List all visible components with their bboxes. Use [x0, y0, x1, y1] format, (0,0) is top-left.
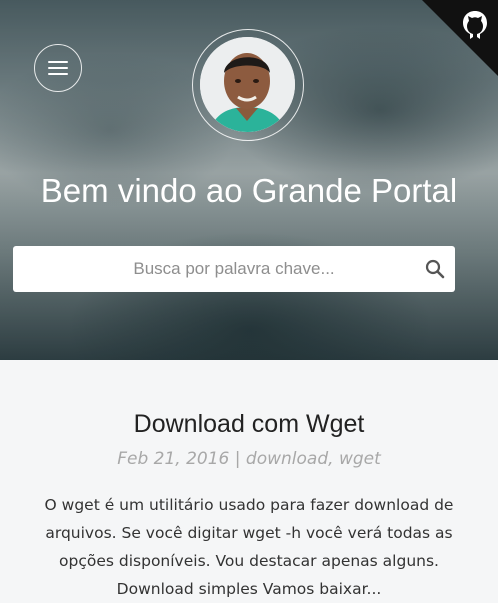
page-title: Bem vindo ao Grande Portal [40, 172, 458, 209]
post-title-link[interactable]: Download com Wget [0, 410, 498, 439]
post-meta: Feb 21, 2016 | download, wget [0, 449, 498, 469]
search-input[interactable] [13, 246, 455, 292]
post-date: Feb 21, 2016 [117, 449, 230, 469]
avatar-image [200, 37, 295, 132]
category-link-wget[interactable]: wget [339, 449, 381, 469]
post-preview: Download com Wget Feb 21, 2016 | downloa… [0, 360, 498, 603]
category-link-download[interactable]: download [246, 449, 328, 469]
meta-separator: | [229, 449, 246, 469]
category-comma: , [328, 449, 339, 469]
post-excerpt: O wget é um utilitário usado para fazer … [44, 496, 454, 598]
menu-button[interactable] [34, 44, 82, 92]
github-octocat-icon[interactable] [458, 8, 492, 47]
hamburger-menu-icon [48, 61, 68, 63]
search-icon[interactable] [425, 259, 445, 284]
hero-header: Bem vindo ao Grande Portal [0, 0, 498, 360]
search-bar [13, 246, 455, 292]
avatar [200, 37, 295, 132]
avatar-ring [192, 29, 304, 141]
